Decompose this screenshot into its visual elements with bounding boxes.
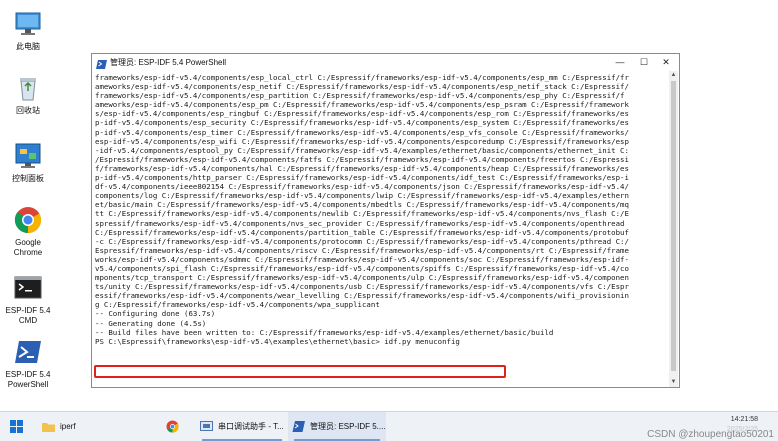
taskbar-item-label: 管理员: ESP-IDF 5.... bbox=[310, 422, 386, 431]
console-line: g C:/Espressif/frameworks/esp-idf-v5.4/c… bbox=[95, 300, 380, 310]
title-bar[interactable]: 管理员: ESP-IDF 5.4 PowerShell — ☐ ✕ bbox=[92, 54, 679, 71]
console-output[interactable]: frameworks/esp-idf-v5.4/components/esp_l… bbox=[93, 71, 670, 387]
console-line: mponents/tcp_transport C:/Espressif/fram… bbox=[95, 273, 629, 283]
cmd-icon bbox=[12, 272, 44, 304]
console-line: f/frameworks/esp-idf-v5.4/components/hal… bbox=[95, 163, 629, 173]
console-line: C:/Espressif/frameworks/esp-idf-v5.4/com… bbox=[95, 227, 629, 237]
console-line: frameworks/esp-idf-v5.4/components/esp_p… bbox=[95, 91, 625, 101]
console-line: -c C:/Espressif/frameworks/esp-idf-v5.4/… bbox=[95, 236, 629, 246]
windows-start-icon bbox=[10, 420, 23, 433]
console-line: /Espressif/frameworks/esp-idf-v5.4/compo… bbox=[95, 154, 629, 164]
taskbar: iperf 串口调试助手 - T... 管理员: ESP-IDF 5.... 1… bbox=[0, 411, 778, 441]
taskbar-item-label: 串口调试助手 - T... bbox=[218, 422, 284, 431]
console-line: frameworks/esp-idf-v5.4/components/esp_l… bbox=[95, 73, 629, 82]
console-line: spressif/frameworks/esp-idf-v5.4/compone… bbox=[95, 218, 625, 228]
recycle-bin-icon bbox=[12, 72, 44, 104]
scroll-up-icon[interactable]: ▲ bbox=[670, 72, 677, 79]
console-line: ts/unity C:/Espressif/frameworks/esp-idf… bbox=[95, 282, 629, 292]
taskbar-item-serial-tool[interactable]: 串口调试助手 - T... bbox=[196, 412, 288, 441]
desktop-icon-label: 控制面板 bbox=[12, 174, 44, 183]
maximize-button[interactable]: ☐ bbox=[633, 54, 655, 71]
vertical-scrollbar[interactable]: ▲ ▼ bbox=[669, 71, 678, 387]
chrome-icon bbox=[12, 204, 44, 236]
console-line: Espressif/frameworks/esp-idf-v5.4/compon… bbox=[95, 245, 629, 255]
console-line: ameworks/esp-idf-v5.4/components/esp_pm … bbox=[95, 100, 629, 110]
taskbar-item-label: iperf bbox=[60, 422, 76, 431]
console-line: p-idf-v5.4/components/esp_timer C:/Espre… bbox=[95, 127, 629, 137]
console-line: works/esp-idf-v5.4/components/sdmmc C:/E… bbox=[95, 254, 629, 264]
control-panel-icon bbox=[12, 140, 44, 172]
serial-tool-icon bbox=[200, 420, 213, 433]
clock-time: 14:21:58 bbox=[730, 416, 758, 423]
console-line: PS C:\Espressif\frameworks\esp-idf-v5.4\… bbox=[95, 336, 460, 346]
desktop-icon-label: ESP-IDF 5.4 PowerShell bbox=[5, 370, 51, 389]
desktop-icon-label: 此电脑 bbox=[16, 42, 40, 51]
folder-icon bbox=[42, 420, 55, 433]
console-line: tt C:/Espressif/frameworks/esp-idf-v5.4/… bbox=[95, 209, 629, 219]
desktop-icon-this-pc[interactable]: 此电脑 bbox=[0, 8, 56, 52]
start-button[interactable] bbox=[10, 412, 26, 441]
console-line: p-idf-v5.4/components/http_parser C:/Esp… bbox=[95, 173, 629, 183]
desktop-icon-esp-idf-powershell[interactable]: ESP-IDF 5.4 PowerShell bbox=[0, 336, 56, 390]
clock-date: 2025/2/25 bbox=[726, 426, 758, 433]
powershell-window[interactable]: 管理员: ESP-IDF 5.4 PowerShell — ☐ ✕ framew… bbox=[91, 53, 680, 388]
command-highlight-box bbox=[94, 365, 506, 378]
console-line: df-v5.4/components/ieee802154 C:/Espress… bbox=[95, 182, 629, 192]
console-line: p-idf-v5.4/components/esp_security C:/Es… bbox=[95, 118, 629, 128]
console-line: ameworks/esp-idf-v5.4/components/esp_net… bbox=[95, 82, 629, 92]
desktop-icon-label: 回收站 bbox=[16, 106, 40, 115]
console-line: -- Generating done (4.5s) bbox=[95, 318, 207, 328]
desktop-icon-esp-idf-cmd[interactable]: ESP-IDF 5.4 CMD bbox=[0, 272, 56, 326]
desktop-icon-label: ESP-IDF 5.4 CMD bbox=[5, 306, 51, 325]
desktop-icon-control-panel[interactable]: 控制面板 bbox=[0, 140, 56, 184]
taskbar-item-chrome[interactable] bbox=[166, 412, 186, 441]
console-lines: frameworks/esp-idf-v5.4/components/esp_l… bbox=[95, 73, 670, 346]
taskbar-item-powershell[interactable]: 管理员: ESP-IDF 5.... bbox=[288, 412, 386, 441]
scroll-down-icon[interactable]: ▼ bbox=[670, 379, 677, 386]
minimize-button[interactable]: — bbox=[609, 54, 631, 71]
computer-icon bbox=[12, 8, 44, 40]
scrollbar-thumb[interactable] bbox=[671, 81, 676, 371]
console-line: -- Build files have been written to: C:/… bbox=[95, 327, 554, 337]
console-line: esp-idf-v5.4/components/esp_wifi C:/Espr… bbox=[95, 136, 629, 146]
console-line: s/esp-idf-v5.4/components/esp_ringbuf C:… bbox=[95, 109, 629, 119]
desktop-icon-label: Google Chrome bbox=[13, 238, 43, 257]
powershell-icon bbox=[292, 420, 305, 433]
console-line: v5.4/components/spi_flash C:/Espressif/f… bbox=[95, 263, 629, 273]
window-title: 管理员: ESP-IDF 5.4 PowerShell bbox=[110, 58, 227, 67]
console-line: -- Configuring done (63.7s) bbox=[95, 309, 216, 319]
desktop-icon-chrome[interactable]: Google Chrome bbox=[0, 204, 56, 258]
console-line: components/log C:/Espressif/frameworks/e… bbox=[95, 191, 629, 201]
taskbar-item-iperf[interactable]: iperf bbox=[38, 412, 160, 441]
console-line: essif/frameworks/esp-idf-v5.4/components… bbox=[95, 291, 629, 301]
close-button[interactable]: ✕ bbox=[655, 54, 677, 71]
powershell-icon bbox=[96, 57, 107, 69]
console-line: et/basic/main C:/Espressif/frameworks/es… bbox=[95, 200, 629, 210]
chrome-icon bbox=[166, 420, 179, 433]
console-line: -idf-v5.4/components/esptool_py C:/Espre… bbox=[95, 145, 629, 155]
desktop-icon-recycle-bin[interactable]: 回收站 bbox=[0, 72, 56, 116]
powershell-icon bbox=[12, 336, 44, 368]
